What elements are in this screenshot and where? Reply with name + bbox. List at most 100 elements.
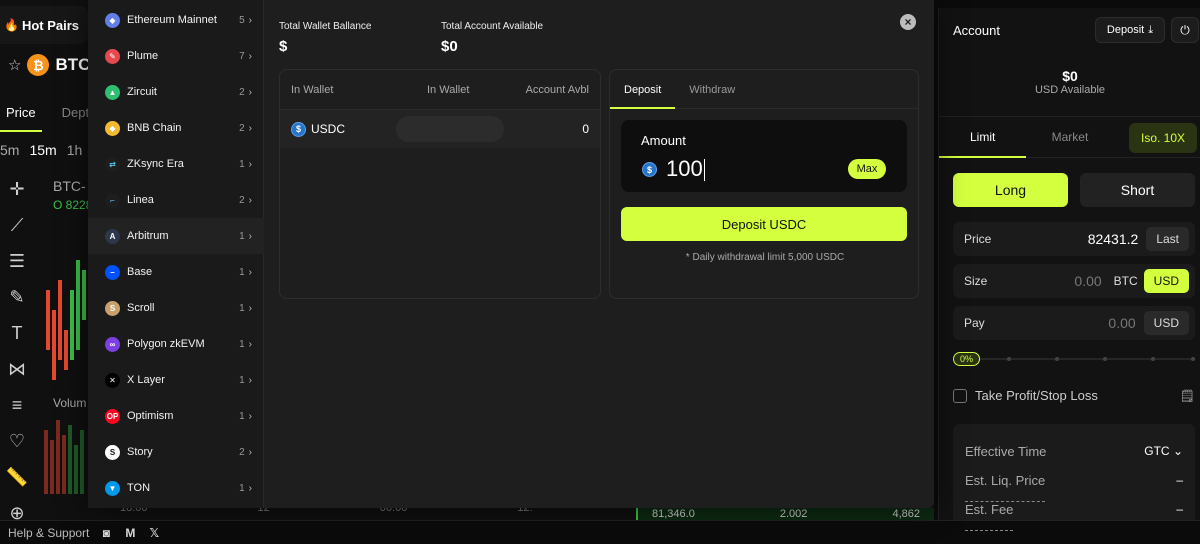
candle bbox=[76, 260, 80, 350]
close-icon[interactable]: × bbox=[900, 14, 916, 30]
slider-stop[interactable] bbox=[1055, 357, 1059, 361]
short-button[interactable]: Short bbox=[1080, 173, 1195, 207]
chain-count-value: 2 bbox=[239, 86, 245, 98]
chain-name: Optimism bbox=[127, 410, 174, 422]
slider-handle[interactable]: 0% bbox=[953, 352, 981, 366]
volume-bar bbox=[74, 445, 78, 494]
disconnect-button[interactable]: ⏻ bbox=[1171, 17, 1199, 43]
chain-item[interactable]: ▲ Zircuit 2 › bbox=[88, 74, 264, 110]
chain-logo-icon: ◆ bbox=[105, 120, 120, 136]
hot-pairs-tab[interactable]: 🔥 Hot Pairs bbox=[0, 6, 88, 44]
chain-name: Base bbox=[127, 266, 153, 278]
horizontal-lines-icon[interactable]: ☰ bbox=[5, 248, 29, 274]
trendline-icon[interactable]: ⟋ bbox=[5, 212, 29, 238]
slider-stop[interactable] bbox=[1151, 357, 1155, 361]
chain-item[interactable]: ⌐ Linea 2 › bbox=[88, 182, 264, 218]
heart-icon[interactable]: ♡ bbox=[5, 428, 29, 454]
chain-count: 5 › bbox=[239, 15, 252, 26]
timeframe-5m[interactable]: 5m bbox=[0, 142, 19, 158]
chain-count-value: 1 bbox=[239, 482, 245, 494]
liq-price-value: – bbox=[1176, 473, 1183, 487]
size-input[interactable]: 0.00 bbox=[1074, 273, 1101, 289]
price-input[interactable]: 82431.2 bbox=[1088, 231, 1139, 247]
candle bbox=[70, 290, 74, 360]
orderbook-row[interactable]: 81,346.0 2.002 4,862 bbox=[636, 508, 934, 520]
slider-stop[interactable] bbox=[1191, 357, 1195, 361]
text-tool-icon[interactable]: T bbox=[5, 320, 29, 346]
pay-unit[interactable]: USD bbox=[1143, 311, 1189, 335]
tab-limit[interactable]: Limit bbox=[939, 116, 1027, 158]
help-support-link[interactable]: Help & Support bbox=[8, 526, 89, 540]
candle bbox=[52, 310, 56, 380]
pay-input[interactable]: 0.00 bbox=[1108, 315, 1135, 331]
discord-icon[interactable]: ◙ bbox=[99, 526, 113, 540]
volume-label: Volum bbox=[53, 396, 87, 410]
brush-icon[interactable]: ✎ bbox=[5, 284, 29, 310]
chain-item[interactable]: – Base 1 › bbox=[88, 254, 264, 290]
chain-count-value: 7 bbox=[239, 50, 245, 62]
leverage-button[interactable]: Iso. 10X bbox=[1129, 123, 1197, 153]
chain-item[interactable]: ◆ Ethereum Mainnet 5 › bbox=[88, 2, 264, 38]
table-row[interactable]: $ USDC 0 bbox=[280, 110, 600, 148]
effective-time-row: Effective Time GTC ⌄ bbox=[965, 444, 1183, 473]
candle bbox=[82, 270, 86, 320]
chain-logo-icon: ⇄ bbox=[105, 156, 120, 172]
star-icon[interactable]: ☆ bbox=[8, 56, 21, 74]
chain-count: 2 › bbox=[239, 195, 252, 206]
tab-price[interactable]: Price bbox=[0, 96, 42, 132]
crosshair-icon[interactable]: ✛ bbox=[5, 176, 29, 202]
chain-item[interactable]: S Story 2 › bbox=[88, 434, 264, 470]
pay-field[interactable]: Pay 0.00 USD bbox=[953, 306, 1195, 340]
chain-count-value: 1 bbox=[239, 158, 245, 170]
slider-stop[interactable] bbox=[1103, 357, 1107, 361]
amount-input[interactable]: 100 bbox=[666, 156, 705, 182]
chain-item[interactable]: ✎ Plume 7 › bbox=[88, 38, 264, 74]
size-label: Size bbox=[964, 274, 988, 288]
last-price-button[interactable]: Last bbox=[1146, 227, 1189, 251]
tab-deposit[interactable]: Deposit bbox=[610, 70, 676, 109]
x-twitter-icon[interactable]: 𝕏 bbox=[147, 526, 161, 540]
chain-item[interactable]: ∞ Polygon zkEVM 1 › bbox=[88, 326, 264, 362]
timeframe-1h[interactable]: 1h bbox=[67, 142, 83, 158]
price-field[interactable]: Price 82431.2 Last bbox=[953, 222, 1195, 256]
usdc-icon: $ bbox=[642, 162, 657, 177]
timeframe-15m[interactable]: 15m bbox=[29, 142, 56, 158]
max-button[interactable]: Max bbox=[848, 159, 886, 179]
size-slider[interactable]: 0% bbox=[953, 352, 1195, 366]
chain-name: Scroll bbox=[127, 302, 155, 314]
chevron-right-icon: › bbox=[248, 86, 252, 98]
size-unit-btc[interactable]: BTC bbox=[1110, 269, 1142, 293]
long-button[interactable]: Long bbox=[953, 173, 1068, 207]
chain-name: Story bbox=[127, 446, 153, 458]
clipboard-icon[interactable]: 🗒 bbox=[1180, 389, 1195, 403]
pattern-icon[interactable]: ⋈ bbox=[5, 356, 29, 382]
candle bbox=[58, 280, 62, 360]
chain-item[interactable]: S Scroll 1 › bbox=[88, 290, 264, 326]
ruler-icon[interactable]: 📏 bbox=[5, 464, 29, 490]
chain-item[interactable]: ◆ BNB Chain 2 › bbox=[88, 110, 264, 146]
slider-track[interactable] bbox=[953, 358, 1195, 360]
chain-logo-icon: OP bbox=[105, 408, 120, 424]
tpsl-checkbox[interactable] bbox=[953, 388, 967, 403]
slider-stop[interactable] bbox=[1007, 357, 1011, 361]
chain-count-value: 1 bbox=[239, 374, 245, 386]
chain-item[interactable]: OP Optimism 1 › bbox=[88, 398, 264, 434]
medium-icon[interactable]: M bbox=[123, 526, 137, 540]
chain-item[interactable]: ▼ TON 1 › bbox=[88, 470, 264, 506]
chain-item[interactable]: ⇄ ZKsync Era 1 › bbox=[88, 146, 264, 182]
tab-market[interactable]: Market bbox=[1026, 116, 1113, 158]
deposit-usdc-button[interactable]: Deposit USDC bbox=[621, 207, 907, 241]
amount-label: Amount bbox=[641, 133, 686, 148]
chain-item[interactable]: A Arbitrum 1 › bbox=[88, 218, 264, 254]
account-balance: $0 bbox=[1062, 68, 1078, 84]
chain-count-value: 1 bbox=[239, 302, 245, 314]
amount-box[interactable]: Amount $ 100 Max bbox=[621, 120, 907, 192]
tab-withdraw[interactable]: Withdraw bbox=[675, 70, 749, 109]
effective-time-select[interactable]: GTC ⌄ bbox=[1144, 444, 1183, 473]
size-unit-usd[interactable]: USD bbox=[1143, 269, 1189, 293]
chain-item[interactable]: ✕ X Layer 1 › bbox=[88, 362, 264, 398]
indicator-icon[interactable]: ≡ bbox=[5, 392, 29, 418]
size-field[interactable]: Size 0.00 BTC USD bbox=[953, 264, 1195, 298]
deposit-button-top[interactable]: Deposit ⤓ bbox=[1095, 17, 1165, 43]
volume-bar bbox=[44, 430, 48, 494]
